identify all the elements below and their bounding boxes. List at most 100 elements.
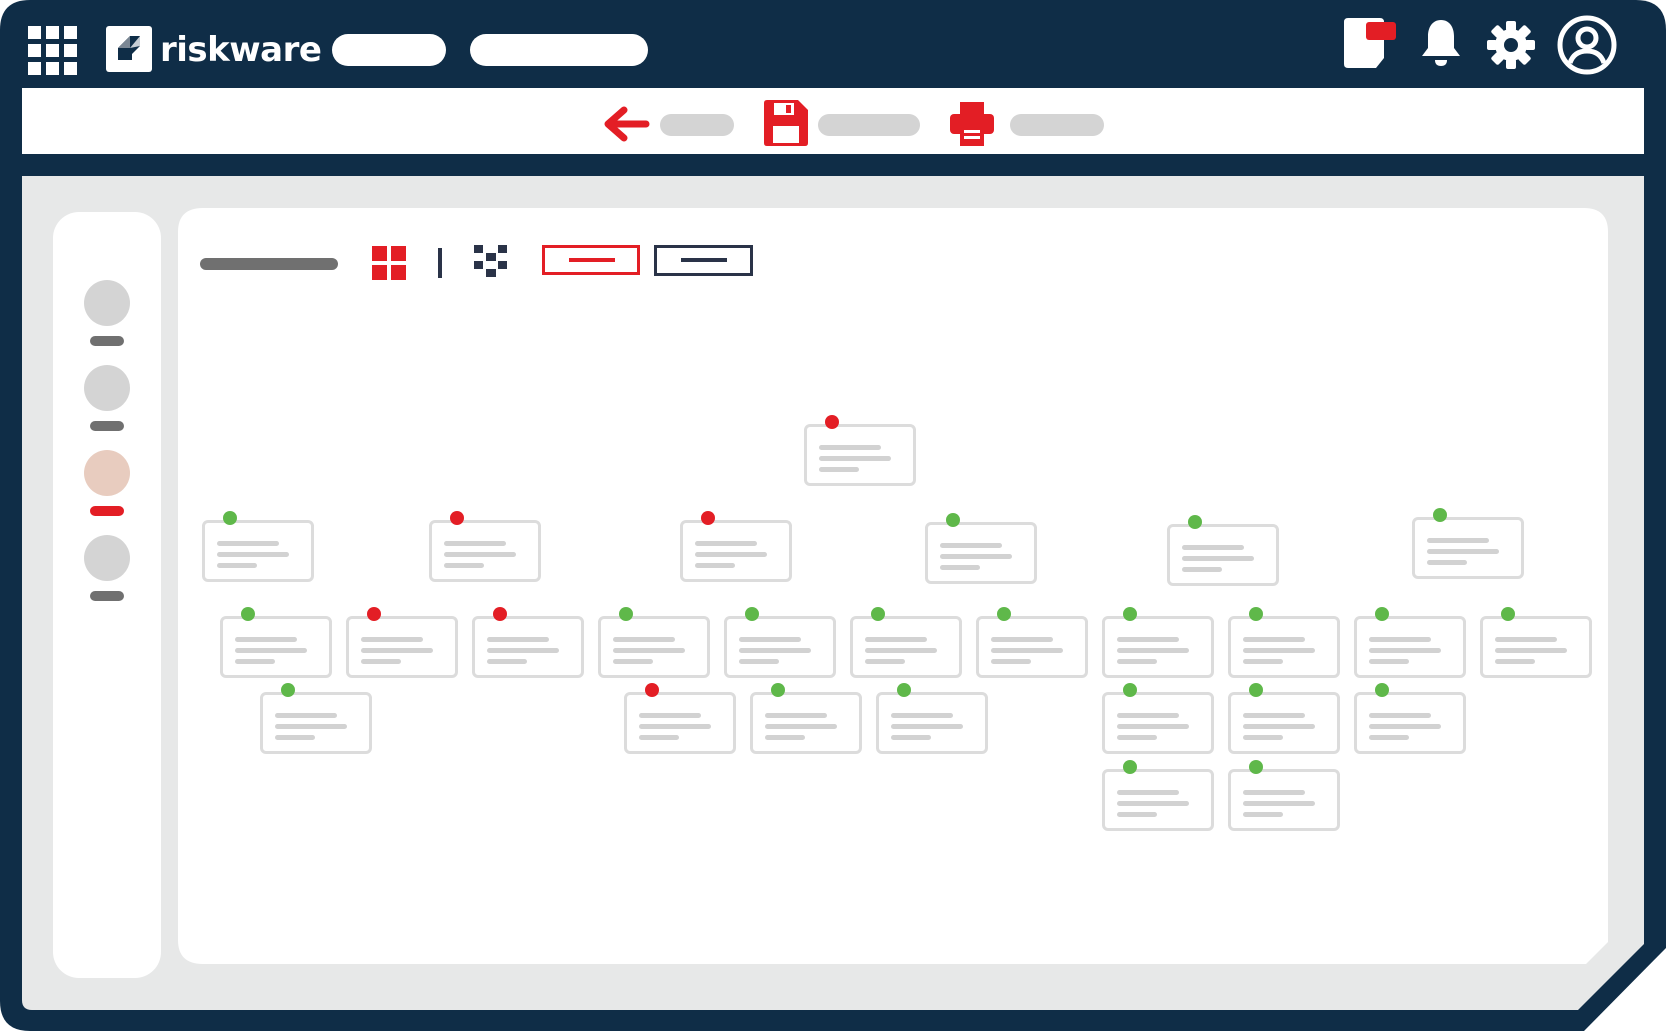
org-node-l4-1[interactable]	[1102, 760, 1214, 831]
sidebar-nav-item-2[interactable]	[84, 365, 130, 431]
sidebar-nav-item-4[interactable]	[84, 535, 130, 601]
status-dot-green	[1433, 508, 1447, 522]
org-node-root[interactable]	[804, 415, 916, 486]
org-node-l2-4[interactable]	[598, 607, 710, 678]
node-text-placeholder	[695, 552, 767, 557]
node-text-placeholder	[940, 565, 980, 570]
back-arrow-icon[interactable]	[602, 104, 650, 144]
status-dot-green	[619, 607, 633, 621]
org-node-l2-5[interactable]	[724, 607, 836, 678]
save-button-label[interactable]	[818, 114, 920, 136]
nav-avatar-icon	[84, 365, 130, 411]
node-text-placeholder	[444, 541, 506, 546]
checker-view-icon[interactable]	[474, 245, 508, 277]
header-nav-pill-2[interactable]	[470, 34, 648, 66]
node-text-placeholder	[1243, 790, 1305, 795]
node-text-placeholder	[1182, 567, 1222, 572]
node-text-placeholder	[361, 637, 423, 642]
view-button-primary[interactable]	[542, 245, 640, 275]
status-dot-red	[825, 415, 839, 429]
brand-name: riskware	[160, 30, 322, 70]
node-text-placeholder	[865, 659, 905, 664]
nav-label-placeholder	[90, 336, 124, 346]
org-node-l1-1[interactable]	[202, 511, 314, 582]
org-node-l1-5[interactable]	[1167, 515, 1279, 586]
org-node-l3-5[interactable]	[1102, 683, 1214, 754]
status-dot-green	[1249, 760, 1263, 774]
bell-icon[interactable]	[1420, 18, 1462, 68]
gear-icon[interactable]	[1486, 20, 1536, 70]
org-node-l2-7[interactable]	[976, 607, 1088, 678]
org-node-l2-9[interactable]	[1228, 607, 1340, 678]
org-node-l1-2[interactable]	[429, 511, 541, 582]
node-text-placeholder	[1369, 648, 1441, 653]
status-dot-green	[1375, 683, 1389, 697]
apps-grid-icon[interactable]	[28, 26, 78, 76]
org-node-l2-10[interactable]	[1354, 607, 1466, 678]
view-button-secondary[interactable]	[654, 245, 753, 276]
notes-icon[interactable]	[1344, 18, 1400, 70]
org-node-l2-6[interactable]	[850, 607, 962, 678]
node-text-placeholder	[1182, 556, 1254, 561]
status-dot-green	[281, 683, 295, 697]
node-text-placeholder	[1495, 659, 1535, 664]
node-text-placeholder	[613, 648, 685, 653]
view-title-placeholder	[200, 258, 338, 270]
divider-bar	[438, 248, 442, 278]
back-button-label[interactable]	[660, 114, 734, 136]
org-node-l2-3[interactable]	[472, 607, 584, 678]
nav-label-placeholder	[90, 591, 124, 601]
node-text-placeholder	[1495, 637, 1557, 642]
status-dot-green	[1375, 607, 1389, 621]
save-icon[interactable]	[764, 100, 808, 146]
org-node-l3-2[interactable]	[624, 683, 736, 754]
node-text-placeholder	[487, 648, 559, 653]
node-text-placeholder	[819, 445, 881, 450]
org-node-l2-8[interactable]	[1102, 607, 1214, 678]
org-node-l1-3[interactable]	[680, 511, 792, 582]
status-dot-red	[450, 511, 464, 525]
node-text-placeholder	[275, 713, 337, 718]
sidebar-nav-item-1[interactable]	[84, 280, 130, 346]
print-button-label[interactable]	[1010, 114, 1104, 136]
node-text-placeholder	[1117, 801, 1189, 806]
status-dot-green	[1501, 607, 1515, 621]
sidebar-nav-item-3[interactable]	[84, 450, 130, 516]
org-node-l2-11[interactable]	[1480, 607, 1592, 678]
org-node-l1-6[interactable]	[1412, 508, 1524, 579]
node-text-placeholder	[1369, 735, 1409, 740]
node-text-placeholder	[1427, 560, 1467, 565]
org-node-l3-3[interactable]	[750, 683, 862, 754]
node-text-placeholder	[695, 541, 757, 546]
node-text-placeholder	[765, 713, 827, 718]
node-text-placeholder	[275, 735, 315, 740]
header-nav-pill-1[interactable]	[332, 34, 446, 66]
status-dot-green	[1249, 607, 1263, 621]
node-text-placeholder	[891, 724, 963, 729]
org-node-l2-1[interactable]	[220, 607, 332, 678]
org-node-l3-7[interactable]	[1354, 683, 1466, 754]
node-text-placeholder	[991, 648, 1063, 653]
node-text-placeholder	[1243, 659, 1283, 664]
org-node-l3-1[interactable]	[260, 683, 372, 754]
node-text-placeholder	[1117, 637, 1179, 642]
node-text-placeholder	[1495, 648, 1567, 653]
org-node-l3-6[interactable]	[1228, 683, 1340, 754]
status-dot-green	[1123, 760, 1137, 774]
node-text-placeholder	[1369, 724, 1441, 729]
node-text-placeholder	[1117, 724, 1189, 729]
org-node-l1-4[interactable]	[925, 513, 1037, 584]
org-node-l4-2[interactable]	[1228, 760, 1340, 831]
node-text-placeholder	[1369, 659, 1409, 664]
status-dot-green	[223, 511, 237, 525]
node-text-placeholder	[695, 563, 735, 568]
node-text-placeholder	[613, 637, 675, 642]
node-text-placeholder	[361, 659, 401, 664]
org-node-l2-2[interactable]	[346, 607, 458, 678]
org-node-l3-4[interactable]	[876, 683, 988, 754]
status-dot-green	[1123, 607, 1137, 621]
user-icon[interactable]	[1556, 14, 1618, 76]
print-icon[interactable]	[950, 102, 994, 146]
nav-label-placeholder	[90, 506, 124, 516]
grid-view-icon[interactable]	[372, 246, 406, 280]
